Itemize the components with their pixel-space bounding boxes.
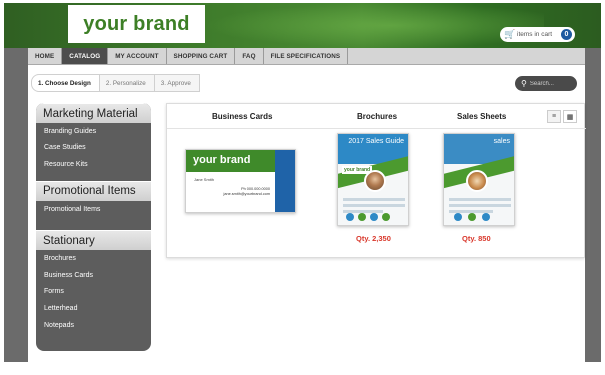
sidebar-section-stationary[interactable]: Stationary [36,230,151,251]
nav-faq[interactable]: FAQ [235,48,264,64]
cart-button[interactable]: 🛒 items in cart 0 [500,27,575,42]
brochure-dot [346,213,354,221]
sidebar-item-resource-kits[interactable]: Resource Kits [36,156,151,173]
business-card-thumbnail[interactable]: your brand Jane Smith Ph 000.000.0000 ja… [185,149,296,213]
search-input[interactable] [529,80,570,87]
sales-sheet-dot [454,213,462,221]
nav-shopping-cart[interactable]: SHOPPING CART [167,48,236,64]
sales-sheet-dot [468,213,476,221]
step-breadcrumb: 1. Choose Design 2. Personalize 3. Appro… [31,74,211,92]
column-business-cards: Business Cards [212,112,273,121]
step-personalize[interactable]: 2. Personalize [98,74,155,92]
column-sales-sheets: Sales Sheets [457,112,507,121]
cart-count-badge: 0 [561,29,572,40]
brochure-text-row [343,204,405,207]
sales-sheet-thumb-title: sales [493,138,510,145]
step-approve[interactable]: 3. Approve [153,74,200,92]
brochure-text-row [343,198,405,201]
sidebar-item-business-cards[interactable]: Business Cards [36,267,151,284]
sales-sheet-text-row [449,198,511,201]
header-glow [204,3,544,48]
business-card-name: Jane Smith [194,177,215,182]
brochure-qty: Qty. 2,350 [356,234,391,243]
nav-catalog[interactable]: CATALOG [62,48,109,64]
brochure-thumbnail[interactable]: 2017 Sales Guide your brand [337,133,409,226]
sidebar-item-letterhead[interactable]: Letterhead [36,300,151,317]
sidebar-item-branding-guides[interactable]: Branding Guides [36,123,151,140]
panel-header: Business Cards Brochures Sales Sheets ≡ … [167,104,586,129]
cart-icon: 🛒 [504,29,516,39]
sales-sheet-text-row [449,204,511,207]
main-nav: HOME CATALOG MY ACCOUNT SHOPPING CART FA… [28,48,585,65]
sidebar-item-forms[interactable]: Forms [36,284,151,301]
sidebar-item-case-studies[interactable]: Case Studies [36,140,151,157]
search-box[interactable]: ⚲ [515,76,577,91]
sales-sheet-dot [482,213,490,221]
business-card-blue-band [275,150,295,212]
cart-label: items in cart [517,31,553,38]
category-sidebar: Marketing Material Branding Guides Case … [36,103,151,351]
brochure-thumb-title: 2017 Sales Guide [348,138,404,145]
business-card-brand: your brand [193,154,251,166]
nav-file-specifications[interactable]: FILE SPECIFICATIONS [264,48,349,64]
sidebar-section-marketing-material[interactable]: Marketing Material [36,103,151,123]
sidebar-section-promotional-items[interactable]: Promotional Items [36,180,151,201]
brochure-dot [358,213,366,221]
search-icon[interactable]: ⚲ [521,79,527,88]
sales-sheet-photo [466,170,488,192]
sidebar-item-notepads[interactable]: Notepads [36,317,151,334]
sidebar-item-brochures[interactable]: Brochures [36,250,151,267]
grid-view-icon[interactable]: ▦ [563,110,577,123]
column-brochures: Brochures [357,112,398,121]
sales-sheet-thumbnail[interactable]: sales [443,133,515,226]
brochure-dot [370,213,378,221]
brochure-photo [364,170,386,192]
sidebar-item-promotional-items[interactable]: Promotional Items [36,201,151,218]
brand-logo[interactable]: your brand [68,5,205,43]
nav-my-account[interactable]: MY ACCOUNT [108,48,167,64]
business-card-contact: Ph 000.000.0000 jane.smith@yourbrand.com [224,187,270,197]
brochure-dot [382,213,390,221]
bottom-strip [0,362,605,375]
nav-home[interactable]: HOME [28,48,63,64]
list-view-icon[interactable]: ≡ [547,110,561,123]
step-choose-design[interactable]: 1. Choose Design [31,74,100,92]
sales-sheet-qty: Qty. 850 [462,234,491,243]
brand-logo-text: your brand [83,12,190,35]
business-card-email: jane.smith@yourbrand.com [223,192,270,196]
